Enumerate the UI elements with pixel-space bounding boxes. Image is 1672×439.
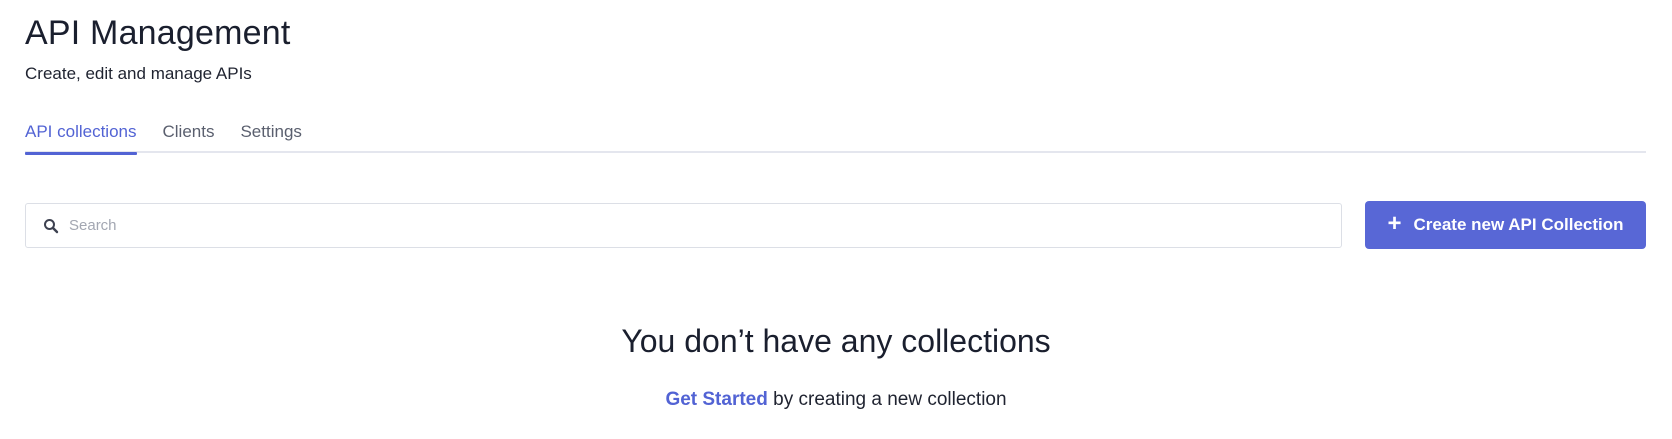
tab-clients[interactable]: Clients: [163, 116, 215, 153]
create-api-collection-button[interactable]: + Create new API Collection: [1365, 201, 1646, 249]
search-input[interactable]: [69, 217, 1329, 234]
tab-bar: API collections Clients Settings: [25, 116, 1646, 155]
get-started-link[interactable]: Get Started: [665, 389, 767, 410]
search-box[interactable]: [25, 203, 1342, 248]
search-icon: [42, 217, 60, 235]
tab-settings[interactable]: Settings: [240, 116, 301, 153]
api-management-page: API Management Create, edit and manage A…: [0, 0, 1672, 439]
page-subtitle: Create, edit and manage APIs: [25, 64, 252, 83]
page-title: API Management: [25, 14, 291, 52]
empty-state-title: You don’t have any collections: [621, 323, 1051, 359]
empty-state-text: by creating a new collection: [773, 389, 1007, 410]
plus-icon: +: [1387, 209, 1402, 237]
empty-state-message: Get Started by creating a new collection: [0, 389, 1672, 411]
tab-api-collections[interactable]: API collections: [25, 116, 137, 155]
create-button-label: Create new API Collection: [1413, 215, 1624, 234]
